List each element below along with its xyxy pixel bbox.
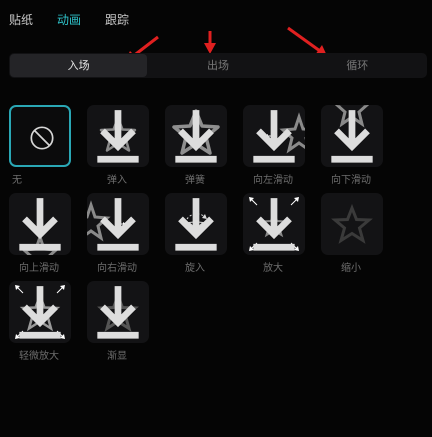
animation-type-segmented-control: 入场 出场 循环 — [9, 53, 427, 78]
preset-label: 向右滑动 — [97, 263, 137, 274]
segment-loop[interactable]: 循环 — [289, 54, 426, 77]
tab-animation[interactable]: 动画 — [57, 11, 81, 31]
prohibit-icon — [30, 126, 54, 150]
preset-thumb[interactable] — [9, 193, 71, 255]
preset-thumb[interactable] — [87, 105, 149, 167]
preset-label: 向左滑动 — [253, 175, 293, 186]
preset-slide-right[interactable]: 向右滑动 — [85, 193, 149, 275]
preset-slide-down[interactable]: 向下滑动 — [319, 105, 383, 187]
preset-fade-in[interactable]: 渐显 — [85, 281, 149, 363]
download-icon[interactable] — [165, 105, 227, 167]
tab-tracking[interactable]: 跟踪 — [105, 11, 129, 31]
preset-thumb[interactable] — [321, 105, 383, 167]
annotation-arrow-center — [204, 31, 216, 54]
preset-thumb[interactable] — [87, 281, 149, 343]
preset-label: 无 — [12, 175, 22, 186]
preset-thumb[interactable] — [87, 193, 149, 255]
download-icon[interactable] — [165, 193, 227, 255]
download-icon[interactable] — [243, 193, 305, 255]
preset-label: 旋入 — [185, 263, 205, 274]
download-icon[interactable] — [9, 281, 71, 343]
star-icon — [331, 203, 373, 244]
download-icon[interactable] — [87, 105, 149, 167]
download-icon[interactable] — [9, 193, 71, 255]
preset-bounce-in[interactable]: 弹入 — [85, 105, 149, 187]
preset-slide-left[interactable]: 向左滑动 — [241, 105, 305, 187]
preset-label: 弹入 — [107, 175, 127, 186]
preset-label: 弹簧 — [185, 175, 205, 186]
segment-exit[interactable]: 出场 — [149, 54, 286, 77]
preset-none[interactable]: 无 — [7, 105, 71, 187]
preset-label: 缩小 — [341, 263, 361, 274]
preset-zoom-out[interactable]: 缩小 — [319, 193, 383, 275]
preset-thumb[interactable] — [243, 193, 305, 255]
preset-thumb[interactable] — [243, 105, 305, 167]
preset-label: 放大 — [263, 263, 283, 274]
preset-slight-zoom[interactable]: 轻微放大 — [7, 281, 71, 363]
preset-thumb[interactable] — [165, 193, 227, 255]
preset-label: 轻微放大 — [19, 351, 59, 362]
download-icon[interactable] — [321, 105, 383, 167]
preset-zoom-in[interactable]: 放大 — [241, 193, 305, 275]
top-tabs: 贴纸 动画 跟踪 — [9, 11, 153, 31]
download-icon[interactable] — [243, 105, 305, 167]
preset-label: 向下滑动 — [331, 175, 371, 186]
preset-spring[interactable]: 弹簧 — [163, 105, 227, 187]
preset-thumb[interactable] — [321, 193, 383, 255]
tab-stickers[interactable]: 贴纸 — [9, 11, 33, 31]
preset-thumb[interactable] — [165, 105, 227, 167]
preset-spin-in[interactable]: 旋入 — [163, 193, 227, 275]
download-icon[interactable] — [87, 193, 149, 255]
preset-label: 渐显 — [107, 351, 127, 362]
preset-label: 向上滑动 — [19, 263, 59, 274]
download-icon[interactable] — [87, 281, 149, 343]
segment-enter[interactable]: 入场 — [10, 54, 148, 77]
preset-none-thumb[interactable] — [9, 105, 71, 167]
preset-slide-up[interactable]: 向上滑动 — [7, 193, 71, 275]
preset-thumb[interactable] — [9, 281, 71, 343]
